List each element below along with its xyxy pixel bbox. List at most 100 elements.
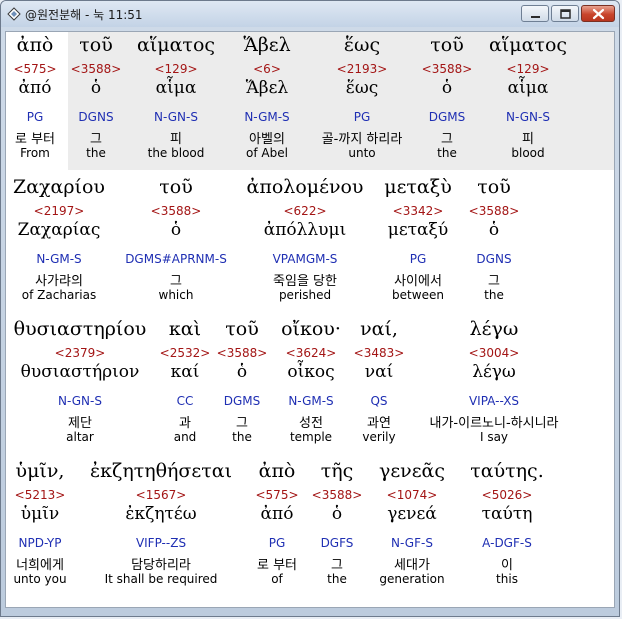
maximize-button[interactable] [551, 5, 579, 22]
strong-number[interactable]: <3342> [393, 204, 444, 218]
korean-gloss: 과연 [367, 416, 391, 431]
lemma-word: θυσιαστήριον [20, 362, 140, 382]
english-gloss: I say [479, 430, 509, 444]
korean-gloss: 너희에게 [16, 558, 64, 573]
greek-word[interactable]: ἀπολομένου [247, 176, 364, 198]
english-gloss: of Zacharias [21, 288, 97, 302]
strong-number[interactable]: <3588> [217, 346, 268, 360]
strong-number[interactable]: <6> [253, 62, 281, 76]
strong-number[interactable]: <3588> [422, 62, 473, 76]
app-window: @원전분해 - 눅 11:51 ἀπὸ <575> ἀπό PG 로 부터 From τοῦ… [0, 0, 620, 617]
strong-number[interactable]: <3624> [286, 346, 337, 360]
strong-number[interactable]: <1074> [387, 488, 438, 502]
lemma-word: ταύτη [481, 504, 533, 524]
title-bar[interactable]: @원전분해 - 눅 11:51 [1, 1, 619, 27]
window-title: @원전분해 - 눅 11:51 [25, 8, 143, 22]
minimize-button[interactable] [521, 5, 549, 22]
english-gloss: the blood [147, 146, 205, 160]
lemma-word: ὁ [170, 220, 182, 240]
strong-number[interactable]: <3588> [71, 62, 122, 76]
lemma-word: Ἅβελ [245, 78, 289, 98]
strong-number[interactable]: <2532> [160, 346, 211, 360]
english-gloss: and [173, 430, 197, 444]
greek-word[interactable]: μεταξὺ [384, 176, 452, 198]
greek-word[interactable]: ἀπὸ [259, 460, 296, 482]
greek-word[interactable]: τοῦ [477, 176, 511, 198]
strong-number[interactable]: <5026> [482, 488, 533, 502]
parsing-code: N-GM-S [36, 252, 82, 266]
greek-word[interactable]: τοῦ [430, 34, 464, 56]
maximize-icon [560, 9, 571, 19]
strong-number[interactable]: <575> [13, 62, 56, 76]
korean-gloss: 성전 [299, 416, 323, 431]
english-gloss: From [20, 146, 50, 160]
greek-word[interactable]: Ζαχαρίου [13, 176, 105, 198]
parsing-code: VPAMGM-S [272, 252, 338, 266]
greek-word[interactable]: αἵματος [489, 34, 567, 56]
english-gloss: the [484, 288, 504, 302]
strong-number[interactable]: <129> [506, 62, 549, 76]
strong-number[interactable]: <1567> [136, 488, 187, 502]
greek-word[interactable]: αἵματος [137, 34, 215, 56]
parsing-code: N-GF-S [391, 536, 433, 550]
strong-number[interactable]: <3004> [469, 346, 520, 360]
greek-word[interactable]: γενεᾶς [379, 460, 445, 482]
korean-gloss: 피 [522, 132, 534, 147]
korean-gloss: 세대가 [394, 558, 430, 573]
greek-word[interactable]: λέγω [470, 318, 519, 340]
parsing-code: PG [26, 110, 44, 124]
close-button[interactable] [581, 5, 615, 22]
korean-gloss: 사가랴의 [35, 274, 83, 289]
strong-number[interactable]: <3588> [151, 204, 202, 218]
strong-number[interactable]: <2193> [337, 62, 388, 76]
strong-number[interactable]: <575> [255, 488, 298, 502]
lemma-word: ὑμῖν [20, 504, 60, 524]
parsing-code: QS [370, 394, 388, 408]
lemma-word: μεταξύ [387, 220, 449, 240]
lemma-word: ναί [364, 362, 394, 382]
lemma-word: ἀπόλλυμι [263, 220, 347, 240]
greek-word[interactable]: τοῦ [225, 318, 259, 340]
lemma-word: καί [170, 362, 200, 382]
greek-word[interactable]: τοῦ [159, 176, 193, 198]
parsing-code: NPD-YP [18, 536, 62, 550]
english-gloss: It shall be required [104, 572, 218, 586]
greek-word[interactable]: ναί, [360, 318, 398, 340]
strong-number[interactable]: <3588> [469, 204, 520, 218]
lemma-word: λέγω [472, 362, 516, 382]
strong-number[interactable]: <5213> [15, 488, 66, 502]
strong-number[interactable]: <622> [283, 204, 326, 218]
parsing-code: CC [176, 394, 194, 408]
interlinear-view[interactable]: ἀπὸ <575> ἀπό PG 로 부터 From τοῦ <3588> ὁ DGNS 그 the α… [5, 31, 615, 608]
strong-number[interactable]: <2379> [55, 346, 106, 360]
english-gloss: the [232, 430, 252, 444]
greek-word[interactable]: ἐκζητηθήσεται [90, 460, 232, 482]
english-gloss: of Abel [246, 146, 288, 160]
lemma-word: ἐκζητέω [125, 504, 197, 524]
korean-gloss: 죽임을 당한 [273, 274, 337, 289]
greek-word[interactable]: ἕως [344, 34, 380, 56]
english-gloss: unto [348, 146, 376, 160]
greek-word[interactable]: ταύτης. [470, 460, 543, 482]
greek-word[interactable]: καὶ [169, 318, 201, 340]
lemma-word: αἷμα [507, 78, 549, 98]
korean-gloss: 그 [90, 132, 102, 147]
greek-word[interactable]: οἴκου· [281, 318, 341, 340]
greek-word[interactable]: τοῦ [79, 34, 113, 56]
strong-number[interactable]: <3483> [354, 346, 405, 360]
lemma-word: οἶκος [287, 362, 335, 382]
greek-word[interactable]: τῆς [321, 460, 354, 482]
korean-gloss: 로 부터 [256, 558, 298, 573]
strong-number[interactable]: <3588> [312, 488, 363, 502]
lemma-word: ἀπό [18, 78, 52, 98]
greek-word[interactable]: θυσιαστηρίου [14, 318, 147, 340]
strong-number[interactable]: <129> [154, 62, 197, 76]
strong-number[interactable]: <2197> [34, 204, 85, 218]
greek-word[interactable]: ἀπὸ [17, 34, 54, 56]
english-gloss: blood [511, 146, 545, 160]
greek-word[interactable]: Ἅβελ [243, 34, 290, 56]
lemma-word: αἷμα [155, 78, 197, 98]
korean-gloss: 내가-이르노니-하시니라 [429, 416, 559, 431]
greek-word[interactable]: ὑμῖν, [16, 460, 65, 482]
parsing-code: PG [409, 252, 427, 266]
